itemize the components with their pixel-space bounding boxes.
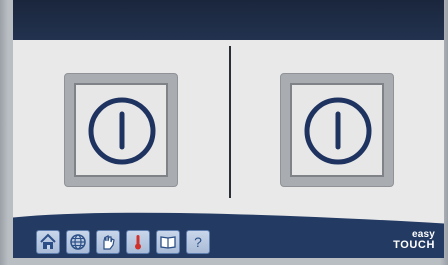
home-icon	[40, 233, 56, 249]
top-status-bar	[13, 0, 444, 40]
thermometer-icon	[135, 235, 141, 250]
help-icon: ?	[194, 234, 202, 250]
globe-icon	[70, 234, 86, 250]
home-button[interactable]	[36, 230, 60, 254]
power-button-right[interactable]	[280, 73, 394, 187]
help-button[interactable]: ?	[186, 230, 210, 254]
main-content	[13, 40, 444, 225]
language-button[interactable]	[66, 230, 90, 254]
bottom-toolbar: ?	[36, 230, 210, 254]
manual-book-button[interactable]	[156, 230, 180, 254]
brand-touch: TOUCH	[393, 239, 435, 251]
manual-mode-button[interactable]	[96, 230, 120, 254]
power-icon	[304, 97, 372, 165]
brand-logo: easy TOUCH	[385, 230, 435, 251]
power-icon	[88, 97, 156, 165]
touch-screen: ? easy TOUCH	[13, 0, 444, 258]
book-icon	[160, 236, 176, 249]
power-button-left[interactable]	[64, 73, 178, 187]
svg-text:?: ?	[194, 234, 202, 250]
center-divider	[229, 46, 231, 198]
temperature-button[interactable]	[126, 230, 150, 254]
hand-icon	[103, 235, 115, 250]
